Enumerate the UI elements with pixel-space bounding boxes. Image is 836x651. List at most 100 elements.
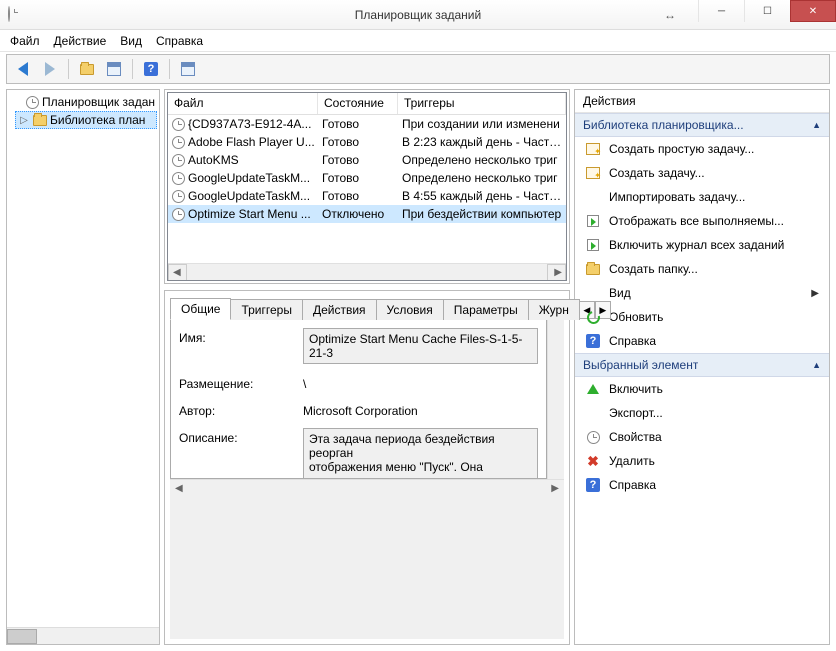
section-selected[interactable]: Выбранный элемент ▲: [575, 353, 829, 377]
action-export[interactable]: Экспорт...: [575, 401, 829, 425]
toolbar-folder-button[interactable]: [75, 57, 99, 81]
task-row[interactable]: AutoKMS Готово Определено несколько триг: [168, 151, 566, 169]
action-view[interactable]: Вид ▶: [575, 281, 829, 305]
task-file: GoogleUpdateTaskM...: [188, 171, 310, 185]
tab-settings[interactable]: Параметры: [443, 299, 529, 320]
action-label: Включить: [609, 382, 663, 396]
toolbar-properties-button[interactable]: [102, 57, 126, 81]
action-label: Вид: [609, 286, 631, 300]
field-author: Microsoft Corporation: [303, 401, 538, 418]
help-icon: ?: [144, 62, 158, 76]
task-row[interactable]: GoogleUpdateTaskM... Готово В 4:55 кажды…: [168, 187, 566, 205]
action-label: Обновить: [609, 310, 663, 324]
task-state: Готово: [318, 171, 398, 185]
task-file: {CD937A73-E912-4A...: [188, 117, 311, 131]
action-label: Создать задачу...: [609, 166, 705, 180]
task-trigger: При бездействии компьютер: [398, 207, 566, 221]
tree-panel: Планировщик задан ▷ Библиотека план: [6, 89, 160, 645]
action-show-running[interactable]: Отображать все выполняемы...: [575, 209, 829, 233]
toolbar: ?: [6, 54, 830, 84]
nav-forward-button[interactable]: [38, 57, 62, 81]
import-icon: [585, 189, 601, 205]
close-button[interactable]: ✕: [790, 0, 836, 22]
title-bar: Планировщик заданий ↔ ─ ☐ ✕: [0, 0, 836, 30]
tab-actions[interactable]: Действия: [302, 299, 377, 320]
task-file: GoogleUpdateTaskM...: [188, 189, 310, 203]
task-trigger: В 2:23 каждый день - Частота: [398, 135, 566, 149]
menu-file[interactable]: Файл: [10, 34, 40, 48]
task-list-hscrollbar[interactable]: ◀ ▶: [168, 263, 566, 280]
tab-triggers[interactable]: Триггеры: [230, 299, 303, 320]
scroll-left-icon: ◀: [175, 483, 183, 494]
tab-history[interactable]: Журн: [528, 299, 580, 320]
field-description: [303, 428, 538, 479]
task-trigger: Определено несколько триг: [398, 153, 566, 167]
tree-expand-icon[interactable]: ▷: [18, 115, 30, 126]
details-hscrollbar[interactable]: ◀ ▶: [170, 479, 564, 639]
column-state[interactable]: Состояние: [318, 93, 398, 114]
field-name: Optimize Start Menu Cache Files-S-1-5-21…: [303, 328, 538, 364]
action-delete[interactable]: ✖ Удалить: [575, 449, 829, 473]
toolbar-pane-button[interactable]: [176, 57, 200, 81]
delete-icon: ✖: [587, 453, 599, 470]
menu-help[interactable]: Справка: [156, 34, 203, 48]
label-location: Размещение:: [179, 374, 299, 391]
task-list-panel: Файл Состояние Триггеры {CD937A73-E912-4…: [164, 89, 570, 284]
menu-view[interactable]: Вид: [120, 34, 142, 48]
section-library-label: Библиотека планировщика...: [583, 118, 744, 132]
workspace: Планировщик задан ▷ Библиотека план Файл…: [0, 85, 836, 651]
new-task-icon: [586, 143, 600, 155]
column-triggers[interactable]: Триггеры: [398, 93, 566, 114]
task-row[interactable]: Adobe Flash Player U... Готово В 2:23 ка…: [168, 133, 566, 151]
task-row[interactable]: GoogleUpdateTaskM... Готово Определено н…: [168, 169, 566, 187]
action-create-basic-task[interactable]: Создать простую задачу...: [575, 137, 829, 161]
center-panel: Файл Состояние Триггеры {CD937A73-E912-4…: [164, 89, 570, 645]
action-import-task[interactable]: Импортировать задачу...: [575, 185, 829, 209]
menu-bar: Файл Действие Вид Справка: [0, 30, 836, 52]
action-create-task[interactable]: Создать задачу...: [575, 161, 829, 185]
action-label: Справка: [609, 478, 656, 492]
action-help-selected[interactable]: ? Справка: [575, 473, 829, 497]
help-icon: ?: [586, 334, 600, 348]
action-refresh[interactable]: Обновить: [575, 305, 829, 329]
toolbar-separator: [169, 59, 170, 79]
task-trigger: При создании или изменени: [398, 117, 566, 131]
toolbar-help-button[interactable]: ?: [139, 57, 163, 81]
minimize-button[interactable]: ─: [698, 0, 744, 22]
task-icon: [172, 136, 185, 149]
label-description: Описание:: [179, 428, 299, 479]
action-label: Свойства: [609, 430, 662, 444]
field-location: \: [303, 374, 538, 391]
action-label: Отображать все выполняемы...: [609, 214, 784, 228]
tree-root[interactable]: Планировщик задан: [9, 93, 157, 111]
column-file[interactable]: Файл: [168, 93, 318, 114]
action-enable[interactable]: Включить: [575, 377, 829, 401]
pane-icon: [181, 62, 195, 76]
task-trigger: В 4:55 каждый день - Частота: [398, 189, 566, 203]
resize-indicator-icon: ↔: [664, 8, 676, 22]
label-author: Автор:: [179, 401, 299, 418]
action-help[interactable]: ? Справка: [575, 329, 829, 353]
section-library[interactable]: Библиотека планировщика... ▲: [575, 113, 829, 137]
action-enable-history[interactable]: Включить журнал всех заданий: [575, 233, 829, 257]
action-properties[interactable]: Свойства: [575, 425, 829, 449]
tree-hscrollbar[interactable]: [7, 627, 159, 644]
action-new-folder[interactable]: Создать папку...: [575, 257, 829, 281]
export-icon: [585, 405, 601, 421]
scheduler-icon: [26, 96, 39, 109]
task-icon: [172, 190, 185, 203]
tab-general[interactable]: Общие: [170, 298, 231, 320]
tree-root-label: Планировщик задан: [42, 95, 155, 109]
task-file: AutoKMS: [188, 153, 239, 167]
task-row[interactable]: Optimize Start Menu ... Отключено При бе…: [168, 205, 566, 223]
task-row[interactable]: {CD937A73-E912-4A... Готово При создании…: [168, 115, 566, 133]
tab-conditions[interactable]: Условия: [376, 299, 444, 320]
folder-icon: [80, 64, 94, 75]
nav-back-button[interactable]: [11, 57, 35, 81]
tree-library[interactable]: ▷ Библиотека план: [15, 111, 157, 129]
action-label: Удалить: [609, 454, 655, 468]
menu-action[interactable]: Действие: [54, 34, 107, 48]
details-vscrollbar[interactable]: [547, 320, 564, 479]
toolbar-separator: [68, 59, 69, 79]
maximize-button[interactable]: ☐: [744, 0, 790, 22]
